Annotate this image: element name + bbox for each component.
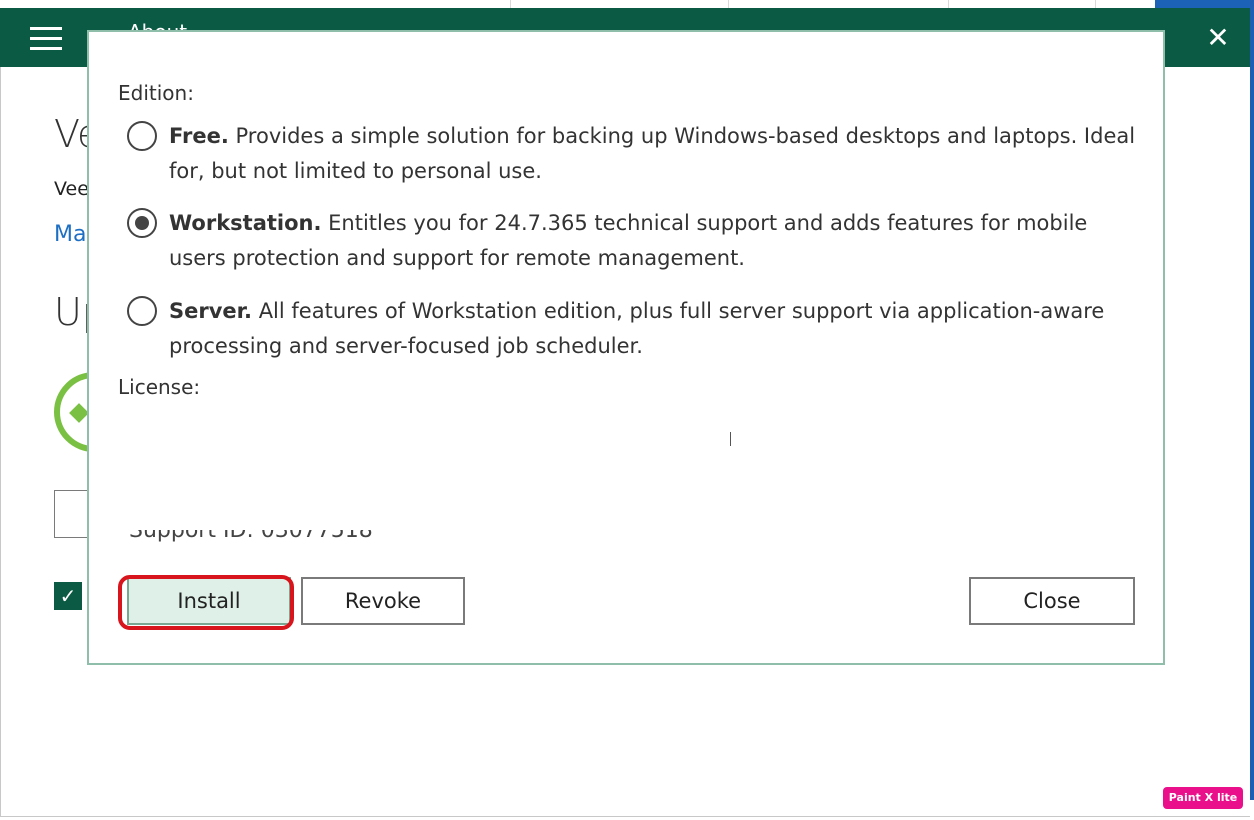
- top-strip: [0, 0, 1254, 8]
- license-label: License:: [118, 375, 201, 399]
- radio-free[interactable]: [127, 121, 157, 151]
- menu-icon[interactable]: [30, 27, 62, 50]
- support-id-text: Support ID: 03077518: [129, 530, 373, 543]
- strip-separator: [948, 0, 949, 8]
- revoke-button[interactable]: Revoke: [301, 577, 465, 625]
- radio-workstation[interactable]: [127, 208, 157, 238]
- strip-separator: [510, 0, 511, 8]
- close-icon[interactable]: ✕: [1204, 24, 1232, 52]
- edition-label: Edition:: [118, 81, 194, 105]
- radio-server[interactable]: [127, 296, 157, 326]
- background-link[interactable]: Ma: [54, 222, 86, 247]
- strip-separator: [728, 0, 729, 8]
- edition-option-free[interactable]: Free. Provides a simple solution for bac…: [127, 119, 1137, 189]
- install-button[interactable]: Install: [127, 577, 291, 625]
- checkbox-checked-icon[interactable]: ✓: [54, 582, 82, 610]
- watermark-badge: Paint X lite: [1163, 787, 1243, 809]
- desktop-edge-right: [1250, 0, 1254, 800]
- option-name: Workstation.: [169, 211, 322, 235]
- edition-option-server[interactable]: Server. All features of Workstation edit…: [127, 294, 1137, 364]
- text-caret: [730, 432, 731, 446]
- option-description: Provides a simple solution for backing u…: [169, 124, 1136, 183]
- option-description: All features of Workstation edition, plu…: [169, 299, 1105, 358]
- close-button[interactable]: Close: [969, 577, 1135, 625]
- strip-separator: [1095, 0, 1096, 8]
- edition-option-workstation[interactable]: Workstation. Entitles you for 24.7.365 t…: [127, 206, 1137, 276]
- background-subheading: Vee: [54, 178, 89, 200]
- option-name: Free.: [169, 124, 229, 148]
- license-dialog: Edition: Free. Provides a simple solutio…: [87, 30, 1165, 665]
- option-name: Server.: [169, 299, 252, 323]
